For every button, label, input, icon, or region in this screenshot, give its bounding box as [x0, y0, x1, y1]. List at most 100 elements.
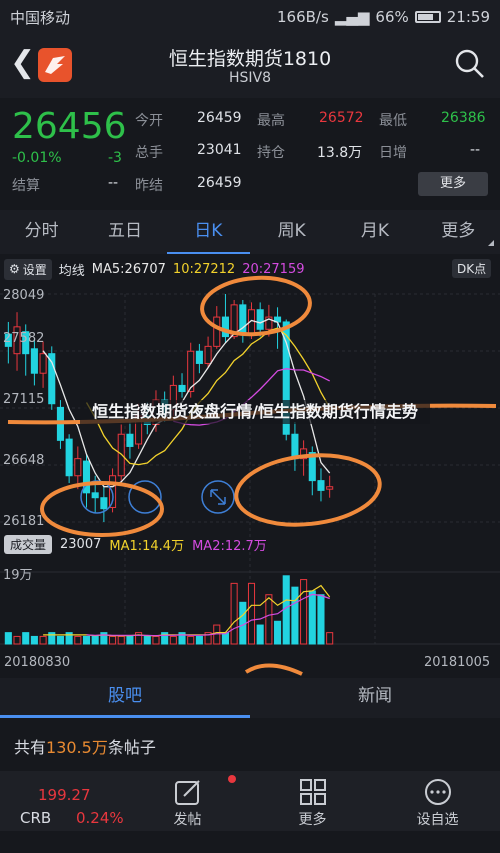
- quote-more-button[interactable]: 更多: [418, 172, 488, 196]
- volume-axis-top: 19万: [3, 568, 33, 583]
- carrier-label: 中国移动: [10, 8, 71, 27]
- candle-body-11: [100, 497, 108, 510]
- candle-body-29: [256, 309, 264, 330]
- price-tick-4: 26181: [3, 514, 45, 529]
- volume-bar-10: [91, 635, 99, 645]
- candle-body-36: [317, 480, 325, 491]
- tab-daily-k[interactable]: 日K: [166, 210, 250, 254]
- tab-five-day[interactable]: 五日: [83, 210, 166, 254]
- settle-value: --: [108, 175, 119, 191]
- volume-bar-13: [117, 635, 125, 645]
- volume-bar-16: [143, 635, 151, 645]
- open-value: 26459: [197, 110, 242, 126]
- volume-bar-33: [291, 586, 299, 645]
- volume-bar-34: [300, 579, 308, 645]
- candle-body-4: [39, 353, 47, 374]
- date-axis-start: 20180830: [4, 655, 71, 670]
- volume-bar-2: [22, 632, 30, 645]
- nav-header: ❮ 恒生指数期货1810 HSIV8: [0, 34, 500, 98]
- position-value: 13.8万: [317, 145, 363, 161]
- price-tick-3: 26648: [3, 453, 45, 468]
- overlay-caption: 恒生指数期货夜盘行情/恒生指数期货行情走势: [80, 400, 430, 424]
- clock: 21:59: [446, 8, 490, 26]
- search-icon[interactable]: [454, 48, 486, 80]
- network-speed: 166B/s: [277, 8, 329, 26]
- volume-value: 23041: [197, 142, 242, 158]
- candle-body-24: [213, 316, 221, 347]
- volume-bar-26: [230, 582, 238, 645]
- volume-button[interactable]: 成交量: [4, 534, 53, 554]
- ma-indicator-row: ⚙ 设置 均线 MA5:26707 10:27212 20:27159: [0, 256, 304, 282]
- edit-icon: [174, 780, 200, 805]
- price-tick-1: 27582: [3, 331, 45, 346]
- status-right: 166B/s ▂▄▆ 66% 21:59: [277, 8, 490, 26]
- post-count-prefix: 共有: [14, 738, 47, 757]
- candle-body-23: [204, 345, 212, 364]
- tab-news[interactable]: 新闻: [250, 678, 500, 718]
- volume-bar-3: [30, 635, 38, 645]
- volume-bar-14: [126, 635, 134, 645]
- volume-bar-21: [187, 635, 195, 645]
- tab-more-caret-icon: [488, 240, 494, 246]
- tab-more[interactable]: 更多: [417, 210, 500, 254]
- ma5-value: MA5:26707: [91, 261, 166, 277]
- candle-body-33: [291, 433, 299, 460]
- position-label: 持仓: [257, 145, 285, 161]
- high-label: 最高: [257, 113, 285, 129]
- page-title: 恒生指数期货1810: [168, 48, 332, 70]
- battery-icon: [414, 11, 441, 23]
- add-watchlist-button[interactable]: 设自选: [375, 771, 500, 831]
- watchlist-label: 设自选: [416, 812, 459, 828]
- volume-bar-31: [274, 620, 282, 645]
- post-count-number: 130.5万: [46, 738, 108, 757]
- post-count: 共有130.5万条帖子: [14, 734, 156, 758]
- volume-indicator-row: 成交量 23007 MA1:14.4万 MA2:12.7万: [0, 533, 267, 555]
- add-watchlist-icon: [424, 779, 451, 805]
- signal-icon: ▂▄▆: [334, 8, 370, 26]
- page-subtitle: HSIV8: [228, 70, 272, 86]
- status-bar: 中国移动 166B/s ▂▄▆ 66% 21:59: [0, 0, 500, 34]
- gear-icon: ⚙: [9, 262, 20, 276]
- tab-weekly-k[interactable]: 周K: [250, 210, 333, 254]
- prev-settle-label: 昨结: [135, 178, 163, 194]
- tab-stock-forum[interactable]: 股吧: [0, 678, 250, 718]
- volume-current: 23007: [60, 536, 102, 552]
- prev-settle-value: 26459: [197, 175, 242, 191]
- volume-bar-8: [74, 635, 82, 645]
- price-tick-0: 28049: [3, 288, 45, 303]
- volume-bar-36: [317, 594, 325, 645]
- volume-ma2: MA2:12.7万: [192, 538, 267, 554]
- dk-point-button[interactable]: DK点: [452, 259, 492, 278]
- candle-body-22: [195, 350, 203, 364]
- kline-chart[interactable]: [0, 254, 500, 678]
- volume-bar-22: [195, 635, 203, 645]
- daily-inc-label: 日增: [379, 145, 407, 161]
- volume-bar-4: [39, 635, 47, 645]
- ma10-value: 10:27212: [172, 261, 236, 277]
- open-label: 今开: [135, 113, 163, 129]
- expand-icon: [210, 489, 226, 505]
- settings-button[interactable]: ⚙ 设置: [4, 258, 52, 280]
- change-percent: -0.01%: [12, 150, 62, 166]
- settle-label: 结算: [12, 178, 40, 194]
- more-label: 更多: [298, 812, 327, 828]
- kline-chart-area[interactable]: [0, 254, 500, 678]
- tab-monthly-k[interactable]: 月K: [333, 210, 416, 254]
- more-button[interactable]: 更多: [250, 771, 375, 831]
- candle-body-3: [30, 348, 38, 374]
- candle-body-8: [74, 458, 82, 477]
- settings-label: 设置: [22, 262, 47, 277]
- post-count-suffix: 条帖子: [107, 738, 156, 757]
- volume-bar-19: [169, 635, 177, 645]
- quote-panel: 26456 -0.01% -3 今开 26459 最高 26572 最低 263…: [0, 98, 500, 206]
- volume-bar-17: [152, 635, 160, 645]
- volume-ma1: MA1:14.4万: [109, 538, 185, 554]
- change-value: -3: [108, 150, 122, 166]
- volume-bar-30: [265, 594, 273, 645]
- volume-bar-29: [256, 624, 264, 645]
- ma20-value: 20:27159: [242, 261, 305, 277]
- notification-dot: [228, 775, 236, 783]
- avg-line-label: 均线: [58, 263, 85, 279]
- tab-intraday[interactable]: 分时: [0, 210, 83, 254]
- low-value: 26386: [441, 110, 486, 126]
